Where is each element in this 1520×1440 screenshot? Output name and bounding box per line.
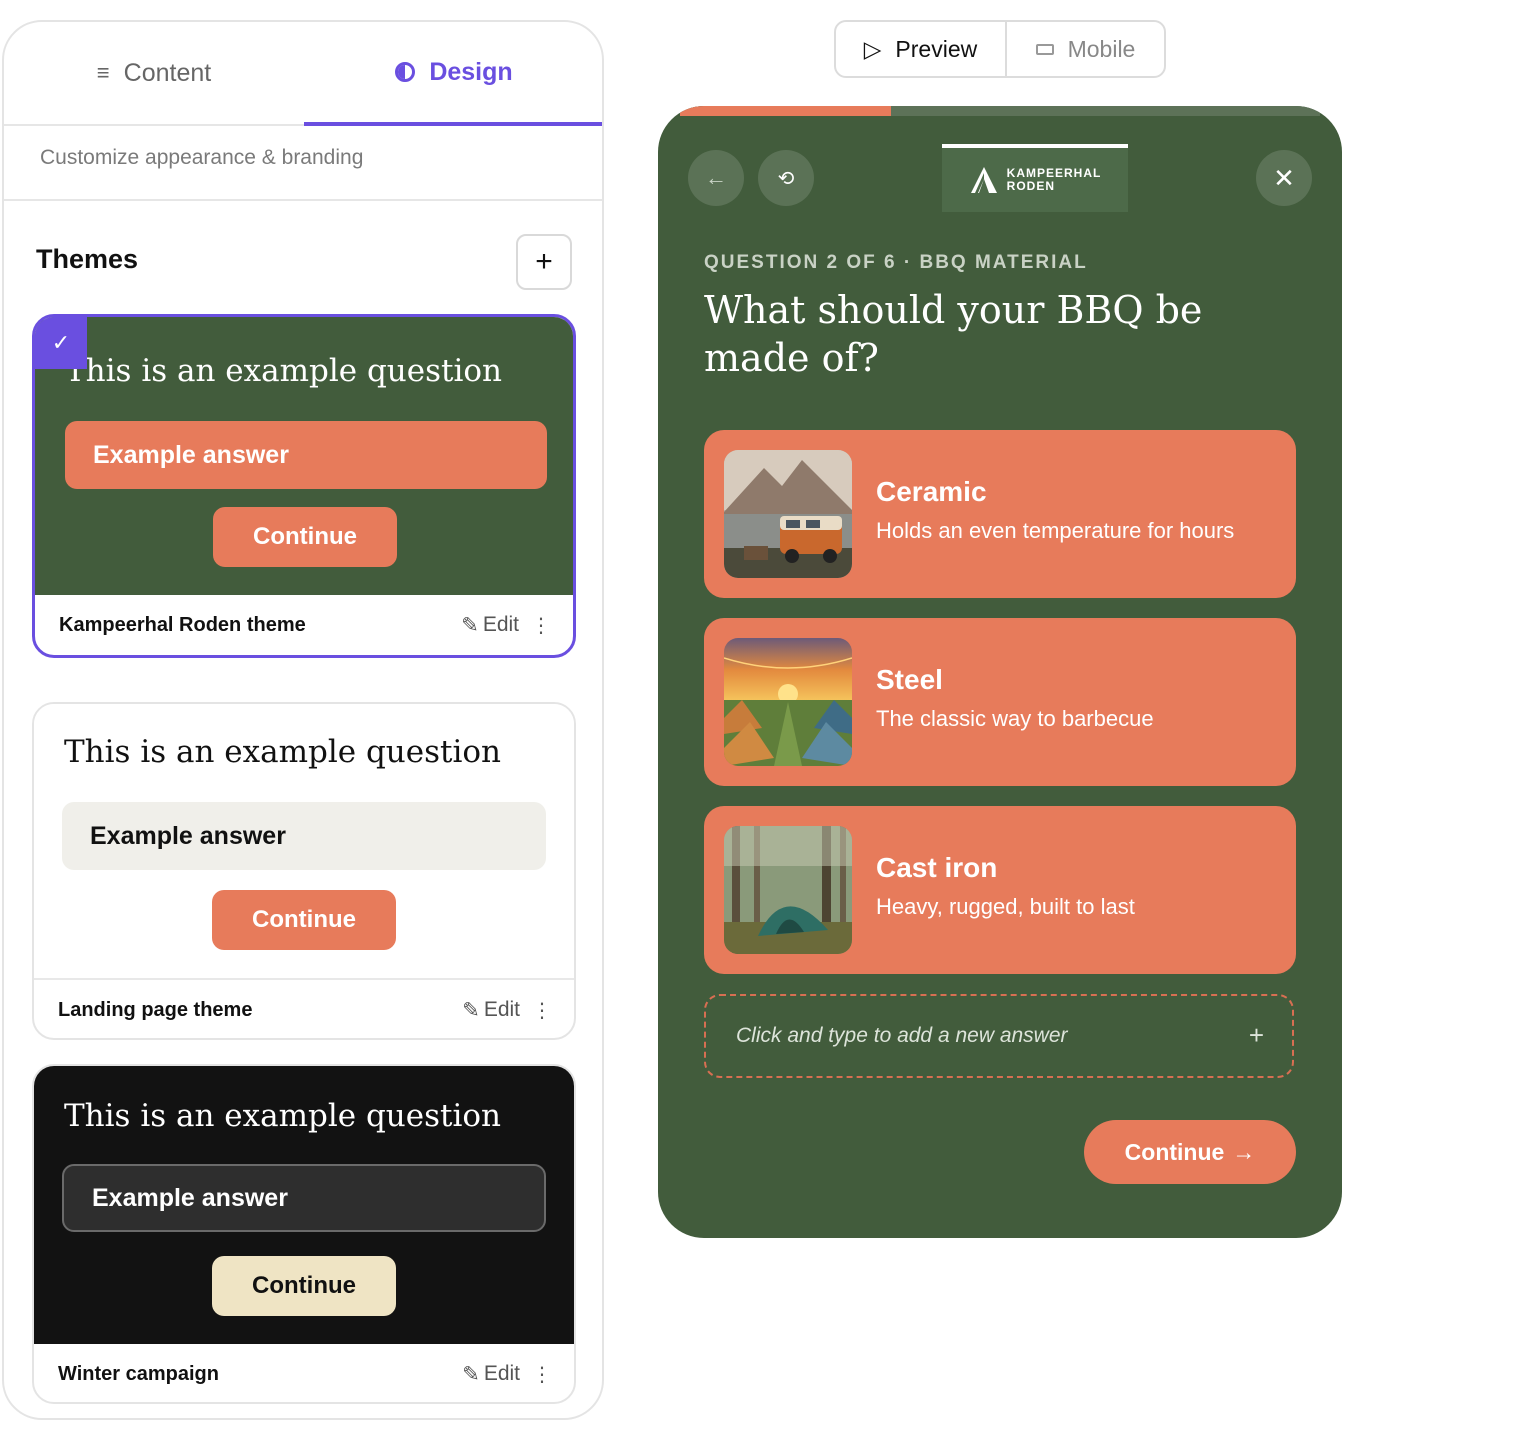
theme-preview: This is an example question Example answ… — [34, 704, 574, 980]
panel-subtitle: Customize appearance & branding — [40, 146, 364, 169]
more-options-icon[interactable]: ⋮ — [531, 613, 551, 638]
edit-label: Edit — [482, 613, 519, 636]
close-icon: ✕ — [1273, 162, 1295, 193]
restart-button[interactable]: ⟲ — [758, 150, 814, 206]
answer-option-ceramic[interactable]: Ceramic Holds an even temperature for ho… — [704, 430, 1296, 598]
theme-name: Winter campaign — [58, 1362, 219, 1385]
theme-card-kampeerhal[interactable]: ✓ This is an example question Example an… — [32, 314, 576, 658]
edit-label: Edit — [483, 998, 520, 1021]
tab-design[interactable]: Design — [304, 22, 602, 126]
theme-example-continue: Continue — [213, 507, 397, 567]
pencil-icon: ✎ — [461, 613, 479, 637]
tent-in-forest-image — [724, 826, 852, 954]
panel-tabs: ≡ Content Design — [4, 22, 602, 126]
themes-heading: Themes — [36, 244, 139, 274]
edit-theme-button[interactable]: ✎ Edit — [461, 613, 519, 638]
answer-title: Ceramic — [876, 476, 987, 507]
theme-card-winter-campaign[interactable]: This is an example question Example answ… — [32, 1064, 576, 1404]
theme-example-answer: Example answer — [65, 421, 547, 489]
add-answer-placeholder: Click and type to add a new answer — [736, 1024, 1068, 1047]
contrast-icon — [395, 62, 416, 82]
theme-example-answer: Example answer — [62, 802, 546, 870]
tab-design-label: Design — [429, 57, 513, 86]
continue-button[interactable]: Continue → — [1084, 1120, 1296, 1184]
theme-example-answer: Example answer — [62, 1164, 546, 1232]
preview-button[interactable]: ▷ Preview — [836, 22, 1007, 76]
mobile-button[interactable]: Mobile — [1007, 22, 1164, 76]
progress-fill — [680, 106, 892, 116]
question-kicker: QUESTION 2 OF 6 · BBQ MATERIAL — [704, 252, 1088, 273]
tent-logo-icon — [970, 167, 997, 193]
theme-example-question: This is an example question — [64, 1098, 502, 1134]
answer-option-cast-iron[interactable]: Cast iron Heavy, rugged, built to last — [704, 806, 1296, 974]
quiz-preview: ← ⟲ KAMPEERHAL RODEN ✕ QUESTION 2 OF 6 ·… — [658, 106, 1342, 1238]
theme-footer: Landing page theme ✎ Edit ⋮ — [34, 980, 574, 1038]
van-by-lake-image — [724, 450, 852, 578]
tab-content-label: Content — [123, 58, 212, 87]
view-toggle: ▷ Preview Mobile — [834, 20, 1166, 78]
theme-footer: Winter campaign ✎ Edit ⋮ — [34, 1344, 574, 1402]
edit-theme-button[interactable]: ✎ Edit — [462, 1362, 520, 1387]
theme-name: Kampeerhal Roden theme — [59, 613, 306, 636]
theme-example-continue: Continue — [212, 1256, 396, 1316]
brand-logo: KAMPEERHAL RODEN — [942, 144, 1128, 212]
add-answer-field[interactable]: Click and type to add a new answer + — [704, 994, 1294, 1078]
theme-footer: Kampeerhal Roden theme ✎ Edit ⋮ — [35, 595, 573, 655]
festival-tents-image — [724, 638, 852, 766]
theme-preview: This is an example question Example answ… — [34, 1066, 574, 1344]
answer-description: The classic way to barbecue — [876, 706, 1154, 731]
divider — [4, 199, 602, 201]
answer-description: Heavy, rugged, built to last — [876, 894, 1135, 919]
more-options-icon[interactable]: ⋮ — [532, 1362, 552, 1387]
theme-preview: This is an example question Example answ… — [35, 317, 573, 595]
mobile-label: Mobile — [1067, 35, 1136, 62]
back-button[interactable]: ← — [688, 150, 744, 206]
arrow-left-icon: ← — [705, 165, 727, 190]
pencil-icon: ✎ — [462, 1362, 480, 1386]
tab-content[interactable]: ≡ Content — [4, 22, 304, 124]
theme-name: Landing page theme — [58, 998, 253, 1021]
answer-description: Holds an even temperature for hours — [876, 518, 1235, 543]
answer-title: Cast iron — [876, 852, 998, 883]
restart-icon: ⟲ — [777, 167, 795, 190]
question-title: What should your BBQ be made of? — [704, 288, 1203, 380]
more-options-icon[interactable]: ⋮ — [532, 998, 552, 1023]
continue-label: Continue — [1124, 1138, 1225, 1165]
arrow-right-icon: → — [1232, 1138, 1256, 1165]
theme-example-question: This is an example question — [65, 353, 503, 389]
preview-label: Preview — [895, 35, 978, 62]
theme-example-continue: Continue — [212, 890, 396, 950]
menu-icon: ≡ — [96, 60, 110, 85]
add-theme-button[interactable]: + — [516, 234, 572, 290]
device-icon — [1035, 43, 1054, 55]
edit-label: Edit — [483, 1362, 520, 1385]
play-icon: ▷ — [863, 35, 882, 62]
theme-example-question: This is an example question — [64, 734, 502, 770]
pencil-icon: ✎ — [462, 998, 480, 1022]
theme-card-landing-page[interactable]: This is an example question Example answ… — [32, 702, 576, 1040]
close-button[interactable]: ✕ — [1256, 150, 1312, 206]
answer-option-steel[interactable]: Steel The classic way to barbecue — [704, 618, 1296, 786]
progress-bar — [680, 106, 1320, 116]
check-icon: ✓ — [35, 317, 87, 369]
answer-title: Steel — [876, 664, 943, 695]
design-panel: ≡ Content Design Customize appearance & … — [2, 20, 604, 1420]
plus-icon: + — [1248, 1020, 1264, 1050]
brand-line-2: RODEN — [1006, 179, 1055, 193]
edit-theme-button[interactable]: ✎ Edit — [462, 998, 520, 1023]
